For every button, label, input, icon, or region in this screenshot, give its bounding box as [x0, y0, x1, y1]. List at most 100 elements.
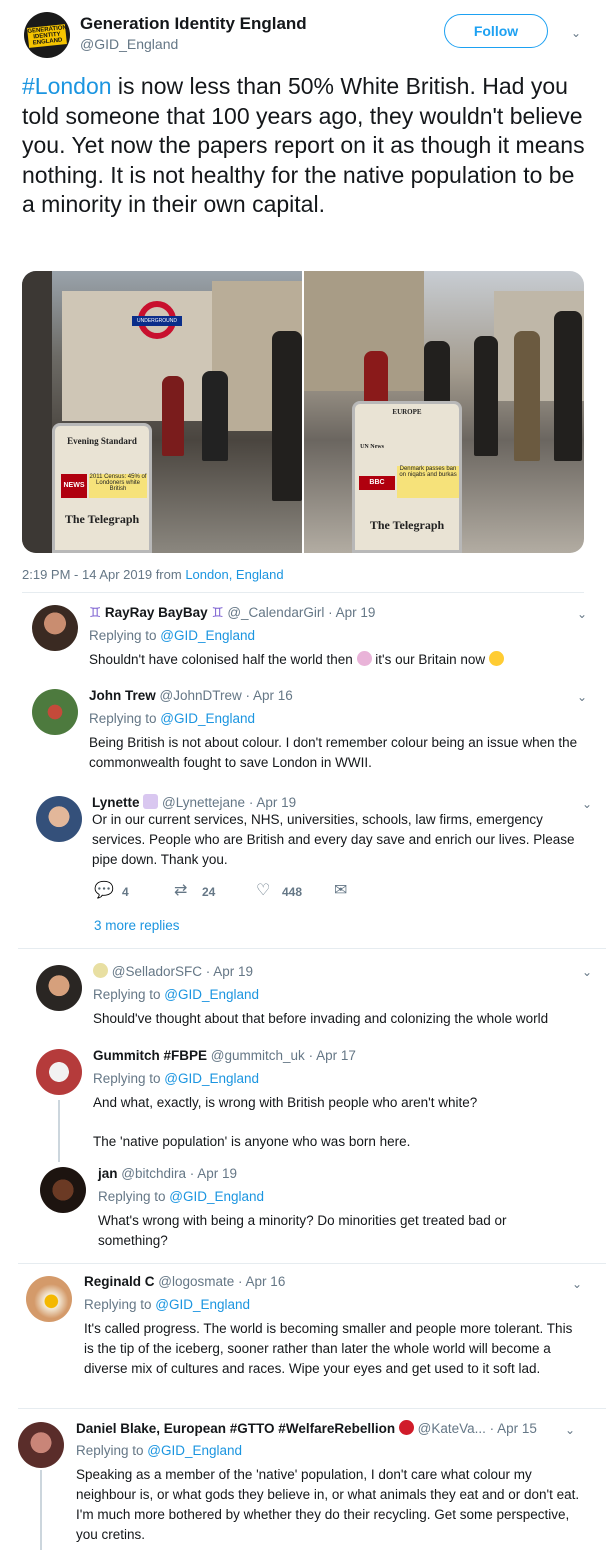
- chevron-down-icon[interactable]: ⌄: [575, 690, 589, 704]
- thread-line: [40, 1470, 42, 1550]
- reply-author[interactable]: RayRay BayBay: [105, 605, 208, 620]
- replying-handle-link[interactable]: @GID_England: [169, 1189, 264, 1204]
- reply-author[interactable]: Reginald C: [84, 1274, 155, 1289]
- woman-facepalming-emoji: [356, 651, 372, 666]
- reply-date[interactable]: · Apr 16: [246, 688, 293, 703]
- reply-text: What's wrong with being a minority? Do m…: [98, 1213, 507, 1248]
- pedestrian: [474, 336, 498, 456]
- avatar[interactable]: [40, 1167, 86, 1213]
- replying-handle-link[interactable]: @GID_England: [155, 1297, 250, 1312]
- retweet-icon[interactable]: ⇄: [174, 882, 187, 900]
- avatar[interactable]: [26, 1276, 72, 1322]
- replying-to: Replying to @GID_England: [93, 987, 260, 1002]
- reply-author[interactable]: Lynette: [92, 795, 140, 810]
- more-replies-link[interactable]: 3 more replies: [94, 918, 180, 933]
- reply-handle[interactable]: @gummitch_uk: [211, 1048, 305, 1063]
- chevron-down-icon[interactable]: ⌄: [563, 1423, 577, 1437]
- tweet-media[interactable]: UNDERGROUND Evening Standard 2011 Census…: [22, 271, 584, 553]
- reply-handle[interactable]: @KateVa...: [418, 1421, 486, 1436]
- chevron-down-icon[interactable]: ⌄: [575, 607, 589, 621]
- pedestrian: [272, 331, 302, 501]
- reply-date[interactable]: · Apr 19: [328, 605, 375, 620]
- replying-to: Replying to @GID_England: [93, 1071, 260, 1086]
- gi-logo: GENERATION IDENTITY ENGLAND: [27, 24, 68, 48]
- reply-text: It's called progress. The world is becom…: [84, 1321, 573, 1376]
- tweet-text: #London is now less than 50% White Briti…: [22, 72, 592, 220]
- message-icon[interactable]: ✉: [334, 882, 347, 900]
- tweet-timestamp: 2:19 PM - 14 Apr 2019 from London, Engla…: [22, 567, 284, 582]
- chevron-down-icon[interactable]: ⌄: [570, 1277, 584, 1291]
- photo-right[interactable]: EUROPE UN News BBC Denmark passes ban on…: [304, 271, 584, 553]
- reply-author[interactable]: John Trew: [89, 688, 156, 703]
- author-handle[interactable]: @GID_England: [80, 36, 178, 52]
- reply-icon[interactable]: 💬: [94, 882, 114, 900]
- author-avatar[interactable]: GENERATION IDENTITY ENGLAND: [24, 12, 70, 58]
- pedestrian: [162, 376, 184, 456]
- chevron-down-icon[interactable]: ⌄: [580, 965, 594, 979]
- pedestrian: [514, 331, 540, 461]
- reply-date[interactable]: · Apr 19: [249, 795, 296, 810]
- reply-handle[interactable]: @bitchdira: [121, 1166, 186, 1181]
- reply-handle[interactable]: @JohnDTrew: [160, 688, 242, 703]
- sun-cloud-emoji: [93, 963, 108, 978]
- reply-tweet[interactable]: Reginald C @logosmate · Apr 16 ⌄ Replyin…: [0, 1272, 600, 1402]
- avatar[interactable]: [36, 796, 82, 842]
- lamp-post: [22, 271, 52, 553]
- avatar[interactable]: [32, 689, 78, 735]
- reply-text: Should've thought about that before inva…: [93, 1011, 549, 1026]
- replying-handle-link[interactable]: @GID_England: [147, 1443, 242, 1458]
- avatar[interactable]: [36, 965, 82, 1011]
- reply-tweet[interactable]: Daniel Blake, European #GTTO #WelfareReb…: [0, 1418, 600, 1550]
- follow-button[interactable]: Follow: [444, 14, 548, 48]
- building-facade: [62, 291, 212, 421]
- reply-tweet[interactable]: John Trew @JohnDTrew · Apr 16 ⌄ Replying…: [0, 685, 600, 785]
- reply-handle[interactable]: @logosmate: [158, 1274, 234, 1289]
- divider: [22, 592, 584, 593]
- reply-header: Gummitch #FBPE @gummitch_uk · Apr 17: [93, 1048, 356, 1063]
- chevron-down-icon[interactable]: ⌄: [580, 797, 594, 811]
- divider: [18, 1263, 606, 1264]
- reply-tweet[interactable]: @SelladorSFC · Apr 19 ⌄ Replying to @GID…: [0, 960, 600, 1035]
- replying-handle-link[interactable]: @GID_England: [160, 711, 255, 726]
- reply-author[interactable]: Gummitch #FBPE: [93, 1048, 207, 1063]
- like-icon[interactable]: ♡: [256, 882, 270, 900]
- reply-author[interactable]: Daniel Blake, European #GTTO #WelfareReb…: [76, 1421, 395, 1436]
- reply-handle[interactable]: @_CalendarGirl: [227, 605, 324, 620]
- replying-to: Replying to @GID_England: [84, 1297, 251, 1312]
- reply-text: Shouldn't have colonised half the world …: [89, 650, 589, 670]
- reply-date[interactable]: · Apr 16: [238, 1274, 285, 1289]
- reply-author[interactable]: jan: [98, 1166, 118, 1181]
- reply-tweet[interactable]: ♊ RayRay BayBay ♊ @_CalendarGirl · Apr 1…: [0, 602, 600, 680]
- reply-tweet[interactable]: Lynette @Lynettejane · Apr 19 ⌄ Or in ou…: [0, 792, 600, 937]
- reply-date[interactable]: · Apr 15: [490, 1421, 537, 1436]
- reply-date[interactable]: · Apr 17: [309, 1048, 356, 1063]
- newspaper-board: Evening Standard 2011 Census: 45% of Lon…: [52, 423, 152, 553]
- reply-text: The 'native population' is anyone who wa…: [93, 1134, 411, 1149]
- reply-date[interactable]: · Apr 19: [190, 1166, 237, 1181]
- reply-text: Or in our current services, NHS, univers…: [92, 812, 575, 867]
- like-count: 448: [282, 885, 303, 899]
- reply-header: Reginald C @logosmate · Apr 16: [84, 1274, 285, 1289]
- replying-handle-link[interactable]: @GID_England: [164, 1071, 259, 1086]
- avatar[interactable]: [18, 1422, 64, 1468]
- reply-tweet[interactable]: jan @bitchdira · Apr 19 Replying to @GID…: [0, 1163, 600, 1253]
- replying-handle-link[interactable]: @GID_England: [164, 987, 259, 1002]
- reply-date[interactable]: · Apr 19: [206, 964, 253, 979]
- replying-handle-link[interactable]: @GID_England: [160, 628, 255, 643]
- hashtag-link[interactable]: #London: [22, 73, 112, 99]
- rose-emoji: [398, 1420, 414, 1435]
- tweet-header: GENERATION IDENTITY ENGLAND Generation I…: [24, 12, 584, 58]
- chevron-down-icon[interactable]: ⌄: [569, 26, 583, 40]
- reply-handle[interactable]: @SelladorSFC: [112, 964, 202, 979]
- reply-count: 4: [122, 885, 129, 899]
- avatar[interactable]: [32, 605, 78, 651]
- photo-left[interactable]: UNDERGROUND Evening Standard 2011 Census…: [22, 271, 302, 553]
- author-name[interactable]: Generation Identity England: [80, 14, 307, 34]
- reply-handle[interactable]: @Lynettejane: [162, 795, 245, 810]
- avatar[interactable]: [36, 1049, 82, 1095]
- reply-text: Being British is not about colour. I don…: [89, 735, 578, 770]
- location-link[interactable]: London, England: [185, 567, 283, 582]
- reply-tweet[interactable]: Gummitch #FBPE @gummitch_uk · Apr 17 Rep…: [0, 1045, 600, 1155]
- pedestrian: [554, 311, 582, 461]
- pedestrian: [202, 371, 228, 461]
